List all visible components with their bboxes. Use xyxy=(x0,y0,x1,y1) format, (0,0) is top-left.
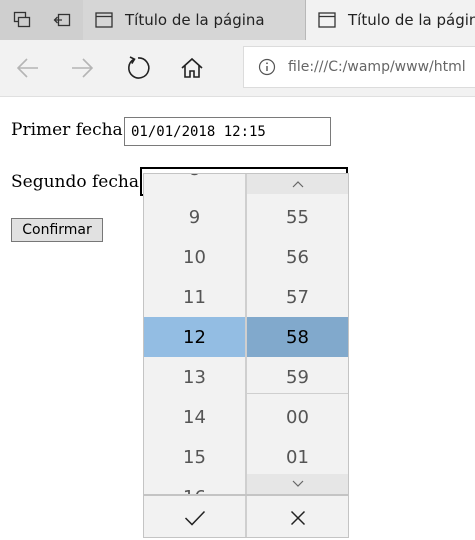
hour-option[interactable]: 9 xyxy=(144,197,245,237)
chevron-down-icon xyxy=(292,480,303,487)
hour-option[interactable]: 16 xyxy=(144,477,245,495)
home-button[interactable] xyxy=(172,48,212,88)
scroll-up-button[interactable] xyxy=(247,174,348,194)
arrow-right-icon xyxy=(72,58,94,78)
minute-option[interactable]: 57 xyxy=(247,277,348,317)
tab-manager-button[interactable] xyxy=(2,0,42,40)
home-icon xyxy=(181,57,203,78)
minute-option[interactable]: 00 xyxy=(247,397,348,437)
time-picker: 8 9 10 11 12 13 14 15 16 55 56 57 58 59 … xyxy=(143,173,349,538)
second-date-label: Segundo fecha: xyxy=(11,172,145,192)
tab-title: Título de la página xyxy=(125,11,265,29)
hour-option[interactable]: 11 xyxy=(144,277,245,317)
checkmark-icon xyxy=(184,510,205,526)
tab-2[interactable]: Título de la página xyxy=(306,0,475,40)
minute-option[interactable]: 56 xyxy=(247,237,348,277)
first-date-input[interactable]: 01/01/2018 12:15 xyxy=(124,117,331,146)
dismiss-button[interactable] xyxy=(247,496,348,537)
tab-page-icon xyxy=(95,12,113,28)
address-bar[interactable]: file:///C:/wamp/www/html xyxy=(243,46,475,88)
refresh-button[interactable] xyxy=(118,48,158,88)
tab-manager-icon xyxy=(13,11,31,28)
confirm-button[interactable]: Confirmar xyxy=(11,218,103,242)
minute-wrap-divider xyxy=(247,393,348,394)
hour-option[interactable]: 13 xyxy=(144,357,245,397)
accept-button[interactable] xyxy=(144,496,245,537)
hour-option[interactable]: 8 xyxy=(144,174,245,180)
minute-option[interactable]: 55 xyxy=(247,197,348,237)
hour-option[interactable]: 14 xyxy=(144,397,245,437)
forward-button[interactable] xyxy=(62,48,102,88)
close-icon xyxy=(290,510,305,525)
selected-minute[interactable]: 58 xyxy=(247,317,348,357)
picker-footer xyxy=(144,494,348,537)
set-aside-tabs-button[interactable] xyxy=(42,0,82,40)
arrow-left-icon xyxy=(16,58,38,78)
url-text: file:///C:/wamp/www/html xyxy=(288,59,466,75)
hour-option[interactable]: 10 xyxy=(144,237,245,277)
tab-title: Título de la página xyxy=(348,11,475,29)
chevron-up-icon xyxy=(292,181,303,188)
hour-column[interactable]: 8 9 10 11 12 13 14 15 16 xyxy=(144,174,245,494)
refresh-icon xyxy=(128,56,150,79)
back-button[interactable] xyxy=(8,48,48,88)
first-date-value: 01/01/2018 12:15 xyxy=(131,123,266,140)
minute-column[interactable]: 55 56 57 58 59 00 01 xyxy=(247,174,348,494)
tab-strip: Título de la página Título de la página xyxy=(0,0,475,40)
minute-option[interactable]: 01 xyxy=(247,437,348,477)
tab-1[interactable]: Título de la página xyxy=(83,0,306,40)
set-aside-tabs-icon xyxy=(53,13,71,27)
tab-page-icon xyxy=(318,12,336,28)
info-icon xyxy=(258,58,276,76)
hour-option[interactable]: 15 xyxy=(144,437,245,477)
selected-hour[interactable]: 12 xyxy=(144,317,245,357)
scroll-down-button[interactable] xyxy=(247,474,348,494)
minute-option[interactable]: 59 xyxy=(247,357,348,397)
navigation-bar: file:///C:/wamp/www/html xyxy=(0,40,475,97)
first-date-label: Primer fecha: xyxy=(11,120,129,140)
